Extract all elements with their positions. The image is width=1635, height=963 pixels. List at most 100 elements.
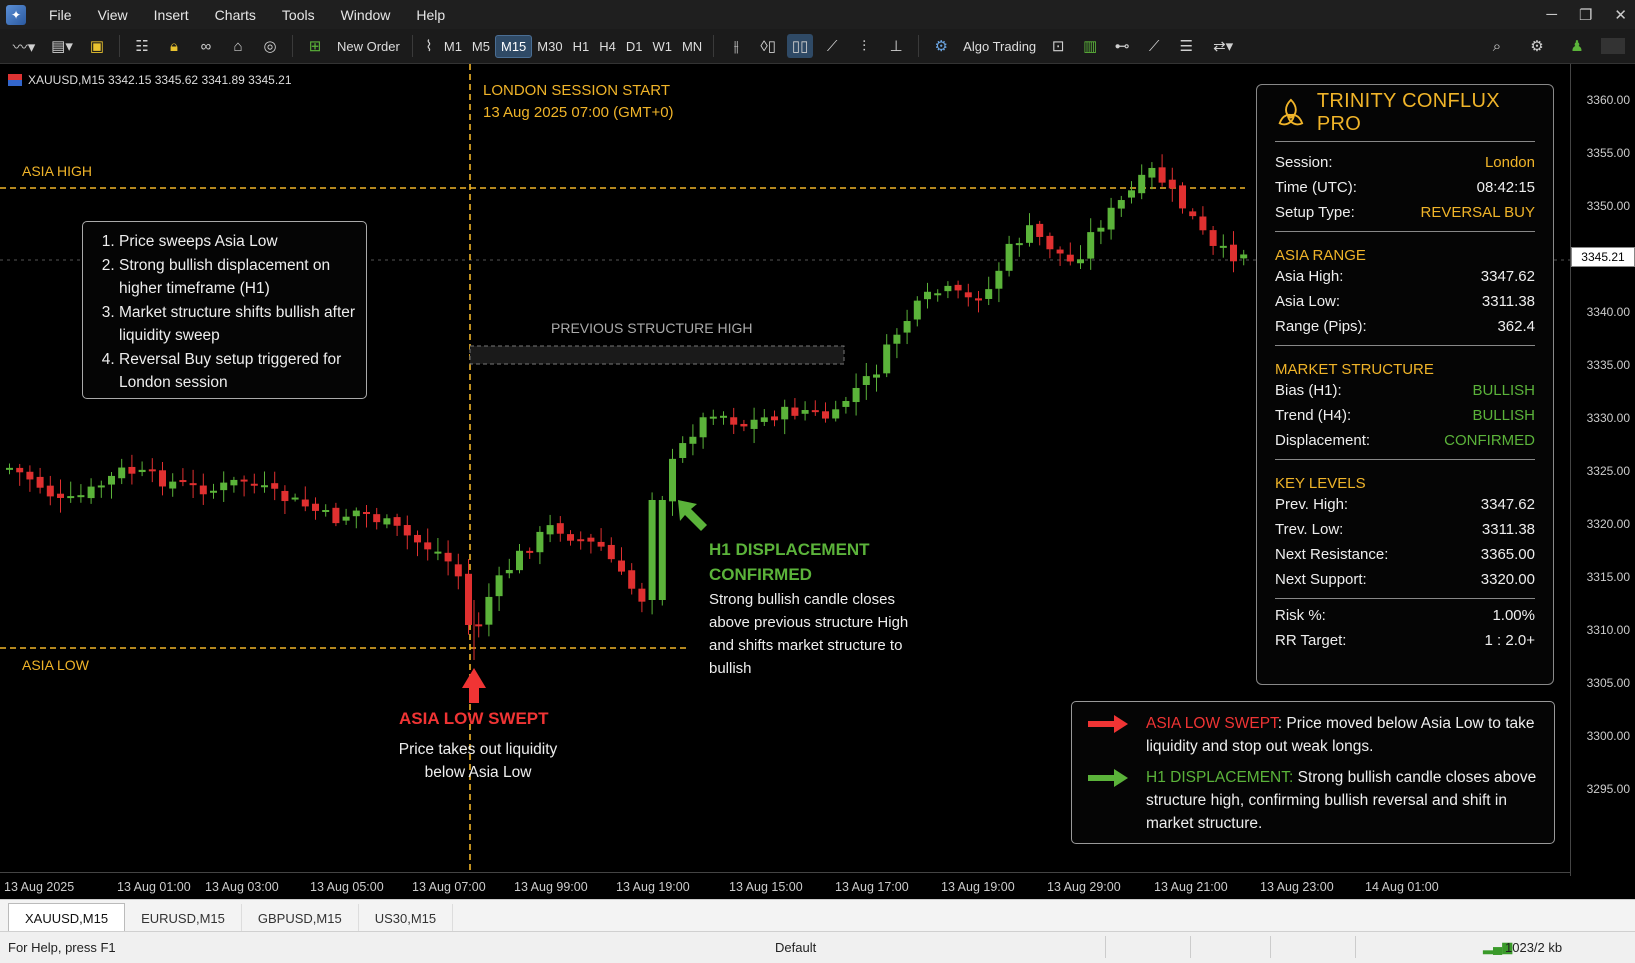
- candle-body: [271, 483, 279, 489]
- menu-view[interactable]: View: [85, 7, 141, 23]
- volume-icon[interactable]: ⊥: [883, 34, 909, 58]
- candle-body: [791, 407, 799, 416]
- indicators-icon[interactable]: ⫶: [851, 34, 877, 58]
- template-icon[interactable]: ▤▾: [46, 34, 78, 58]
- price-tick-label: 3360.00: [1586, 93, 1630, 107]
- candle-body: [301, 499, 309, 507]
- status-profile: Default: [775, 940, 817, 955]
- candle-body: [6, 467, 13, 470]
- panel-row-bias: Bias (H1): BULLISH: [1275, 382, 1535, 399]
- panel-row-asia-high: Asia High: 3347.62: [1275, 268, 1535, 285]
- settings-icon[interactable]: ⚙: [1524, 34, 1550, 58]
- lock-icon[interactable]: 🔒︎: [161, 34, 187, 58]
- candle-body: [526, 550, 534, 553]
- objects-icon[interactable]: ⇄▾: [1205, 34, 1241, 58]
- channel-icon[interactable]: ☰: [1173, 34, 1199, 58]
- menu-charts[interactable]: Charts: [202, 7, 269, 23]
- tf-m1[interactable]: M1: [439, 36, 467, 57]
- candle-body: [862, 376, 870, 385]
- candle-chart-icon[interactable]: ◊▯: [755, 34, 781, 58]
- close-icon[interactable]: ✕: [1614, 6, 1627, 24]
- tab-us30[interactable]: US30,M15: [359, 904, 454, 932]
- tf-d1[interactable]: D1: [621, 36, 648, 57]
- account-icon[interactable]: ♟: [1564, 34, 1590, 58]
- price-axis[interactable]: 3360.003355.003350.003345.003340.003335.…: [1570, 64, 1635, 876]
- crosshair-icon[interactable]: ⌇: [422, 34, 436, 58]
- panel-row-rr: RR Target: 1 : 2.0+: [1275, 632, 1535, 649]
- line-chart-icon[interactable]: ⟋: [819, 34, 845, 58]
- candle-body: [740, 423, 748, 427]
- market-watch-icon[interactable]: ☷: [129, 34, 155, 58]
- candle-body: [1189, 211, 1197, 217]
- panel-title: TRINITY CONFLUX PRO: [1316, 90, 1500, 135]
- candle-body: [1199, 216, 1207, 231]
- tab-gbpusd[interactable]: GBPUSD,M15: [242, 904, 359, 932]
- status-help: For Help, press F1: [8, 940, 116, 955]
- candle-body: [475, 624, 483, 627]
- candle-body: [597, 541, 605, 547]
- tf-m30[interactable]: M30: [532, 36, 567, 57]
- minimize-icon[interactable]: ─: [1546, 6, 1557, 23]
- candle-body: [1128, 190, 1135, 198]
- candle-body: [689, 436, 697, 444]
- candle-body: [240, 479, 248, 482]
- trendline-icon[interactable]: ⟋: [1141, 34, 1167, 58]
- candle-body: [179, 480, 187, 483]
- time-axis[interactable]: 13 Aug 2025 13 Aug 01:00 13 Aug 03:00 13 Au…: [0, 872, 1570, 899]
- profiles-icon[interactable]: ▣: [84, 34, 110, 58]
- candle-body: [199, 485, 207, 495]
- candle-body: [842, 401, 850, 407]
- tf-h4[interactable]: H4: [594, 36, 621, 57]
- toolbar: 〰▾ ▤▾ ▣ ☷ 🔒︎ ∞ ⌂ ◎ ⊞ New Order ⌇ M1 M5 M…: [0, 29, 1635, 64]
- signals-icon[interactable]: ◎: [257, 34, 283, 58]
- candle-body: [108, 475, 115, 485]
- candle-body: [1117, 200, 1125, 209]
- tf-mn[interactable]: MN: [677, 36, 707, 57]
- menu-file[interactable]: File: [36, 7, 85, 23]
- tab-eurusd[interactable]: EURUSD,M15: [125, 904, 242, 932]
- candle-body: [342, 516, 350, 521]
- screenshot-icon[interactable]: ⊡: [1045, 34, 1071, 58]
- menu-help[interactable]: Help: [403, 7, 458, 23]
- candle-body: [536, 531, 544, 553]
- chart-type-icon[interactable]: 〰▾: [8, 34, 40, 58]
- candle-body: [873, 374, 880, 378]
- menu-tools[interactable]: Tools: [269, 7, 328, 23]
- strategy-tester-icon[interactable]: ∞: [193, 34, 219, 58]
- search-icon[interactable]: ⌕: [1484, 34, 1510, 58]
- menu-insert[interactable]: Insert: [141, 7, 202, 23]
- candle-body: [363, 512, 370, 515]
- candle-body: [628, 570, 636, 589]
- candle-body: [781, 406, 789, 420]
- asia-low-label: ASIA LOW: [22, 657, 89, 673]
- bar-chart-icon[interactable]: ⫲: [723, 34, 749, 58]
- app-logo-icon: ✦: [6, 4, 26, 25]
- tf-m15[interactable]: M15: [494, 34, 533, 58]
- time-tick-label: 14 Aug 01:00: [1365, 880, 1439, 894]
- candle-body: [210, 490, 217, 493]
- auto-scroll-icon[interactable]: ▥: [1077, 34, 1103, 58]
- candle-body: [281, 490, 289, 502]
- tf-h1[interactable]: H1: [568, 36, 595, 57]
- candle-body: [699, 417, 707, 438]
- menu-window[interactable]: Window: [328, 7, 404, 23]
- candle-body: [1168, 179, 1176, 189]
- time-tick-label: 13 Aug 29:00: [1047, 880, 1121, 894]
- candlestick-icon[interactable]: ▯▯: [787, 34, 814, 58]
- tf-w1[interactable]: W1: [647, 36, 677, 57]
- algo-trading-button[interactable]: Algo Trading: [957, 36, 1042, 57]
- candle-body: [913, 300, 921, 320]
- chart-shift-icon[interactable]: ⊷: [1109, 34, 1135, 58]
- restore-icon[interactable]: ❐: [1579, 6, 1592, 24]
- current-price-tag: 3345.21: [1571, 246, 1635, 267]
- time-tick-label: 13 Aug 07:00: [412, 880, 486, 894]
- bank-icon[interactable]: ⌂: [225, 34, 251, 58]
- candle-body: [556, 523, 564, 534]
- candle-body: [434, 551, 442, 554]
- tab-xauusd[interactable]: XAUUSD,M15: [8, 903, 126, 932]
- new-order-button[interactable]: New Order: [331, 36, 406, 57]
- candle-body: [16, 467, 24, 473]
- candle-body: [373, 514, 381, 523]
- candle-body: [1230, 244, 1237, 262]
- tf-m5[interactable]: M5: [467, 36, 495, 57]
